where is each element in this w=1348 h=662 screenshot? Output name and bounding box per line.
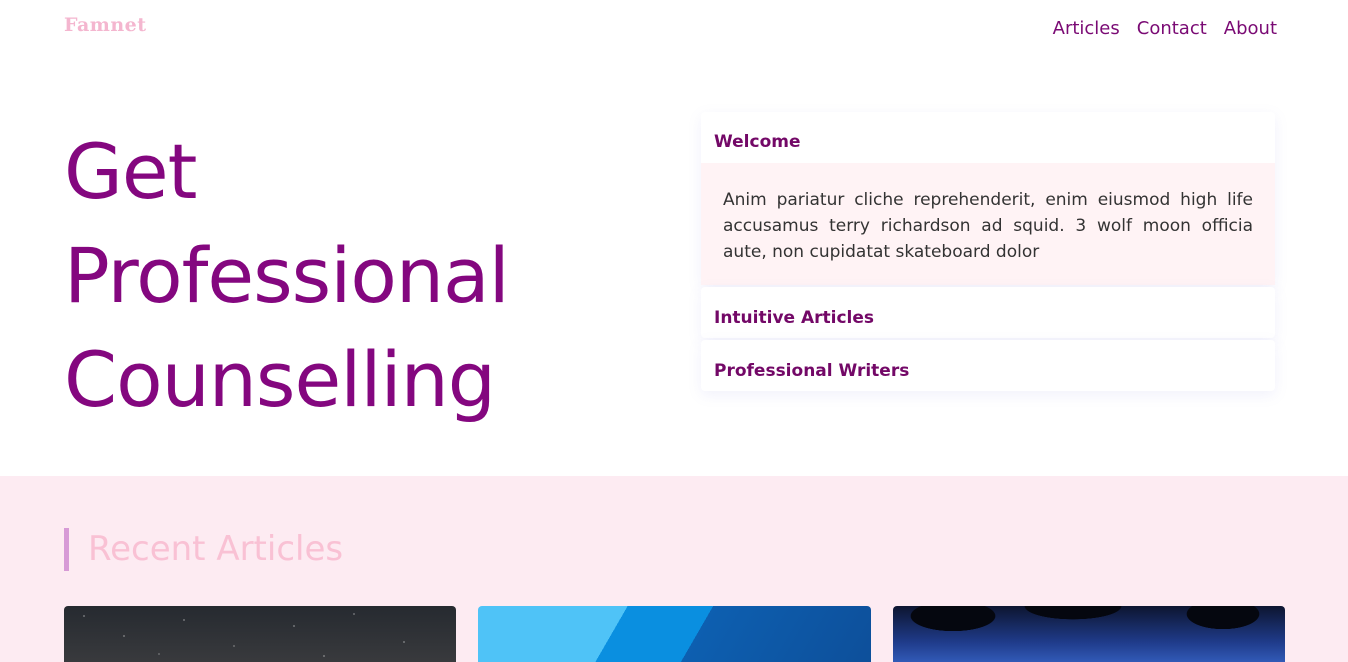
- recent-articles-title: Recent Articles: [64, 528, 343, 571]
- hero-title-line: Professional: [64, 231, 510, 320]
- accordion-header-welcome[interactable]: Welcome: [701, 112, 1275, 163]
- main-nav: Articles Contact About: [1053, 18, 1277, 39]
- accordion-header-professional-writers[interactable]: Professional Writers: [701, 340, 1275, 391]
- hero-title: Get Professional Counselling: [64, 120, 624, 432]
- brand-logo[interactable]: Famnet: [64, 14, 147, 36]
- accordion-item-professional-writers: Professional Writers: [701, 340, 1275, 391]
- accordion-item-welcome: Welcome Anim pariatur cliche reprehender…: [701, 112, 1275, 285]
- info-accordion: Welcome Anim pariatur cliche reprehender…: [701, 112, 1275, 391]
- starry-night-sky-image: [64, 606, 456, 662]
- hero-title-line: Counselling: [64, 335, 496, 424]
- nav-link-contact[interactable]: Contact: [1137, 18, 1207, 39]
- article-card-image[interactable]: [478, 606, 871, 662]
- article-card-image[interactable]: [64, 606, 456, 662]
- accordion-header-intuitive-articles[interactable]: Intuitive Articles: [701, 287, 1275, 338]
- nav-link-about[interactable]: About: [1224, 18, 1277, 39]
- nav-link-articles[interactable]: Articles: [1053, 18, 1120, 39]
- accordion-body-welcome: Anim pariatur cliche reprehenderit, enim…: [701, 163, 1275, 285]
- recent-articles-section: Recent Articles: [0, 476, 1348, 662]
- blue-geometric-image: [478, 606, 871, 662]
- hero-title-line: Get: [64, 127, 197, 216]
- article-card-image[interactable]: [893, 606, 1285, 662]
- accordion-item-intuitive-articles: Intuitive Articles: [701, 287, 1275, 338]
- palm-trees-night-image: [893, 606, 1285, 662]
